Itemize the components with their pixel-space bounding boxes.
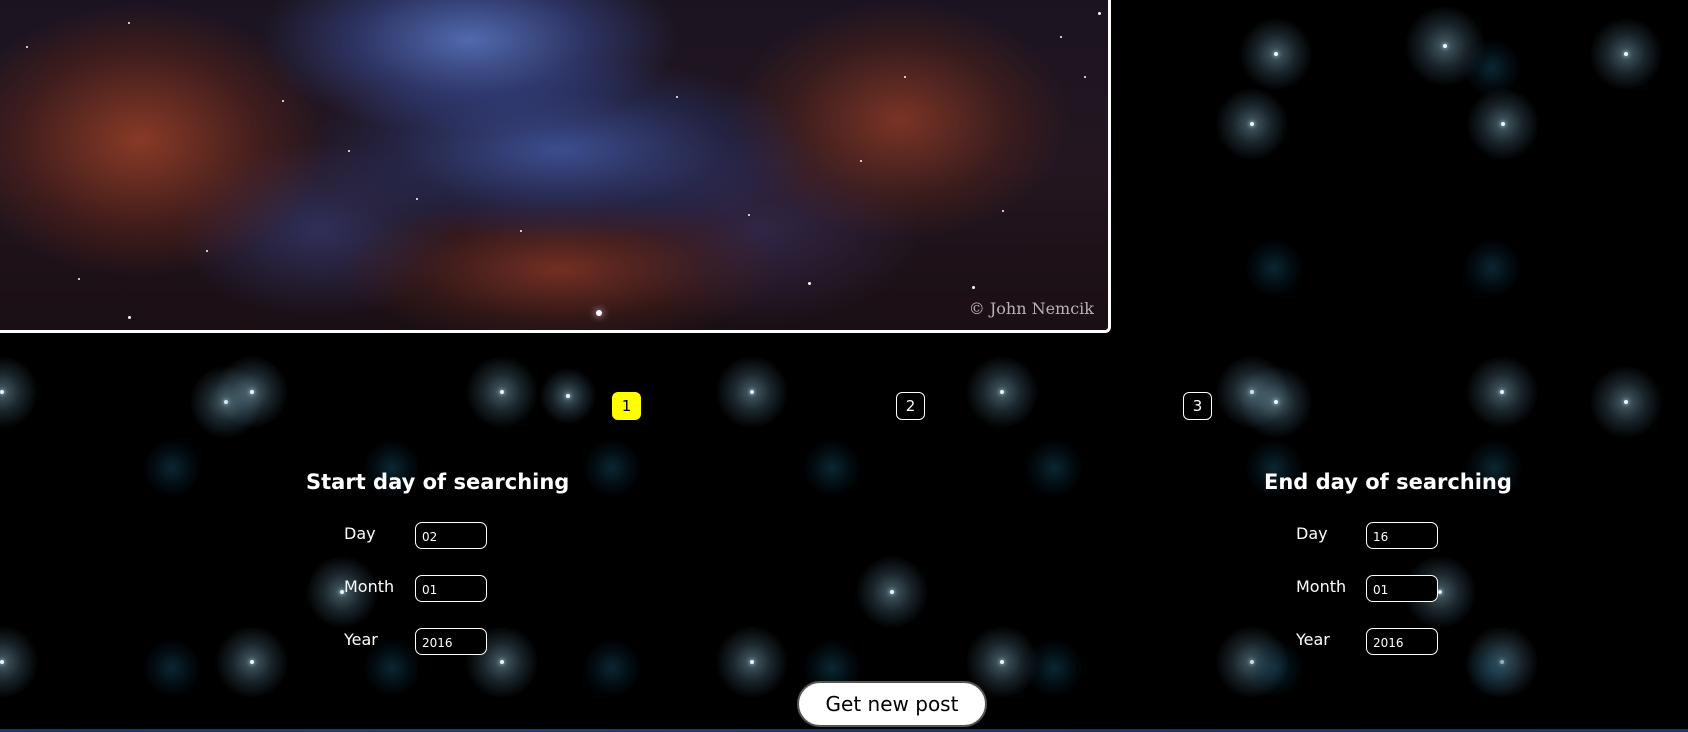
end-panel-title: End day of searching <box>1264 470 1512 494</box>
star-glow <box>466 356 538 428</box>
start-day-label: Day <box>344 524 376 543</box>
end-year-input[interactable] <box>1366 628 1438 655</box>
star-glow <box>1464 240 1520 296</box>
star-glow <box>216 626 288 698</box>
end-day-input[interactable] <box>1366 522 1438 549</box>
app-page: © John Nemcik 1 2 3 Start day of searchi… <box>0 0 1688 732</box>
star-glow <box>216 356 288 428</box>
star-glow <box>716 356 788 428</box>
start-month-label: Month <box>344 577 395 596</box>
star-glow <box>1026 640 1082 696</box>
star-glow <box>584 640 640 696</box>
start-month-input[interactable] <box>415 575 487 602</box>
star-glow <box>144 640 200 696</box>
star-glow <box>1216 88 1288 160</box>
end-month-label: Month <box>1296 577 1347 596</box>
star-glow <box>1464 40 1520 96</box>
star-glow <box>144 440 200 496</box>
star-glow <box>1590 366 1662 438</box>
start-panel-title: Start day of searching <box>306 470 570 494</box>
end-day-label: Day <box>1296 524 1328 543</box>
end-year-label: Year <box>1296 630 1330 649</box>
page-button-1[interactable]: 1 <box>612 392 641 420</box>
star-glow <box>1246 640 1302 696</box>
page-button-3[interactable]: 3 <box>1183 392 1212 420</box>
start-year-input[interactable] <box>415 628 487 655</box>
star-glow <box>1467 88 1539 160</box>
star-glow <box>804 440 860 496</box>
end-month-input[interactable] <box>1366 575 1438 602</box>
star-glow <box>0 626 38 698</box>
star-glow <box>716 626 788 698</box>
star-glow <box>1466 356 1538 428</box>
star-glow <box>966 356 1038 428</box>
star-glow <box>1246 240 1302 296</box>
star-glow <box>1590 18 1662 90</box>
star-glow <box>540 368 596 424</box>
star-glow <box>1240 366 1312 438</box>
get-new-post-button[interactable]: Get new post <box>797 681 987 727</box>
image-credit: © John Nemcik <box>968 299 1094 318</box>
page-button-2[interactable]: 2 <box>896 392 925 420</box>
star-glow <box>1240 18 1312 90</box>
start-day-input[interactable] <box>415 522 487 549</box>
star-glow <box>1466 640 1522 696</box>
star-glow <box>856 556 928 628</box>
star-glow <box>584 440 640 496</box>
start-year-label: Year <box>344 630 378 649</box>
star-glow <box>0 356 38 428</box>
star-glow <box>1026 440 1082 496</box>
nebula-image: © John Nemcik <box>0 0 1111 333</box>
